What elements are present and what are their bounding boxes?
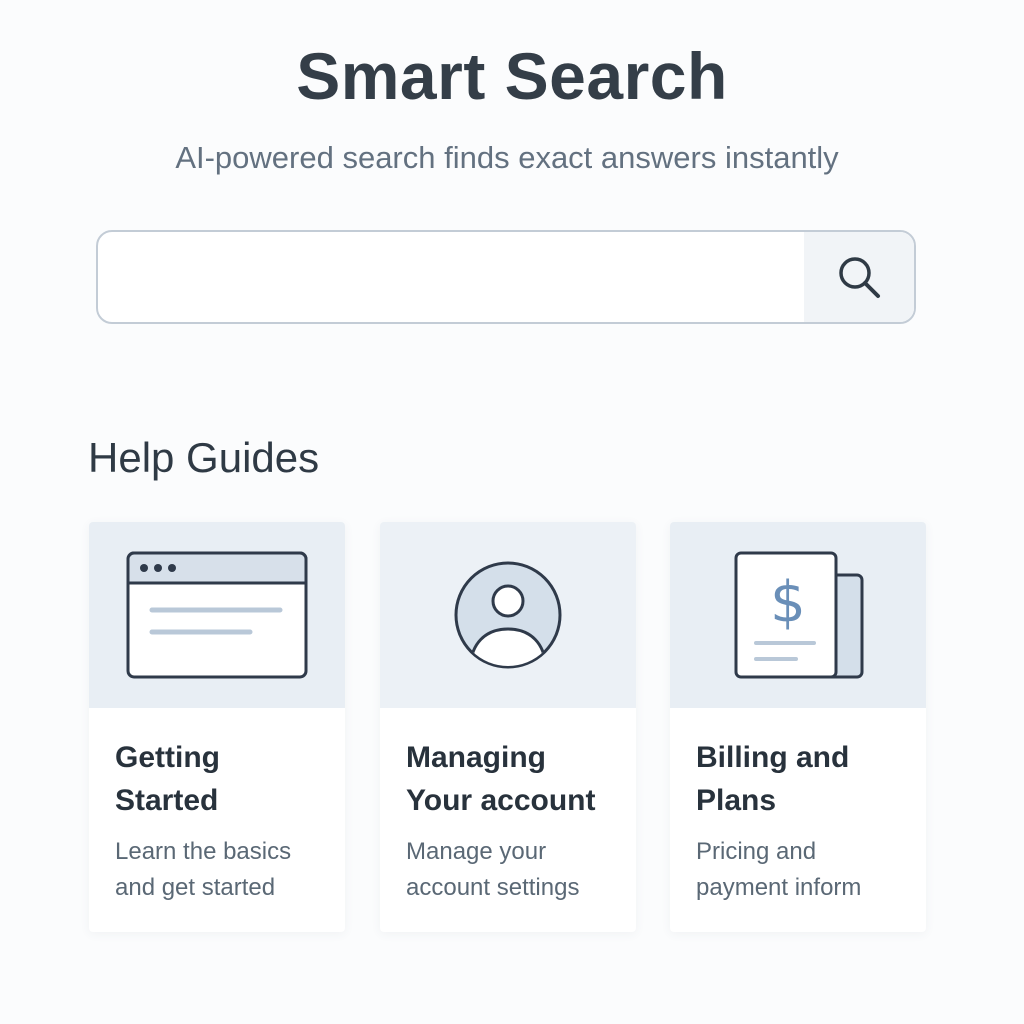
search-button[interactable] bbox=[804, 232, 914, 322]
search-icon bbox=[839, 257, 880, 298]
user-avatar-icon bbox=[454, 561, 562, 669]
card-title-line: Billing and bbox=[696, 741, 850, 774]
page-subtitle: AI-powered search finds exact answers in… bbox=[175, 140, 839, 175]
search-bar bbox=[96, 230, 916, 324]
card-title: Managing Your account bbox=[406, 736, 610, 822]
billing-document-icon: $ bbox=[734, 551, 864, 679]
help-guides-heading: Help Guides bbox=[88, 434, 320, 481]
card-body: Managing Your account Manage your accoun… bbox=[380, 708, 636, 906]
card-title-line: Plans bbox=[696, 784, 777, 817]
card-description: Learn the basics and get started bbox=[115, 838, 292, 901]
page: Smart Search AI-powered search finds exa… bbox=[0, 0, 1024, 1024]
browser-window-icon bbox=[126, 551, 308, 679]
card-title-line: Started bbox=[115, 784, 219, 817]
card-getting-started[interactable]: Getting Started Learn the basics and get… bbox=[89, 522, 345, 932]
card-title-line: Getting bbox=[115, 741, 220, 774]
card-title-line: Your account bbox=[406, 784, 596, 817]
card-title: Getting Started bbox=[115, 736, 319, 822]
card-title: Billing and Plans bbox=[696, 736, 900, 822]
card-description: Pricing and payment inform bbox=[696, 838, 862, 901]
card-billing-plans[interactable]: $ Billing and Plans Pricing and payment … bbox=[670, 522, 926, 932]
search-input[interactable] bbox=[98, 232, 808, 322]
card-illustration bbox=[380, 522, 636, 708]
page-title: Smart Search bbox=[296, 39, 728, 113]
card-title-line: Managing bbox=[406, 741, 546, 774]
card-illustration bbox=[89, 522, 345, 708]
card-illustration: $ bbox=[670, 522, 926, 708]
card-body: Getting Started Learn the basics and get… bbox=[89, 708, 345, 906]
card-managing-account[interactable]: Managing Your account Manage your accoun… bbox=[380, 522, 636, 932]
card-description: Manage your account settings bbox=[406, 838, 580, 901]
card-body: Billing and Plans Pricing and payment in… bbox=[670, 708, 926, 906]
svg-text:$: $ bbox=[770, 570, 806, 635]
